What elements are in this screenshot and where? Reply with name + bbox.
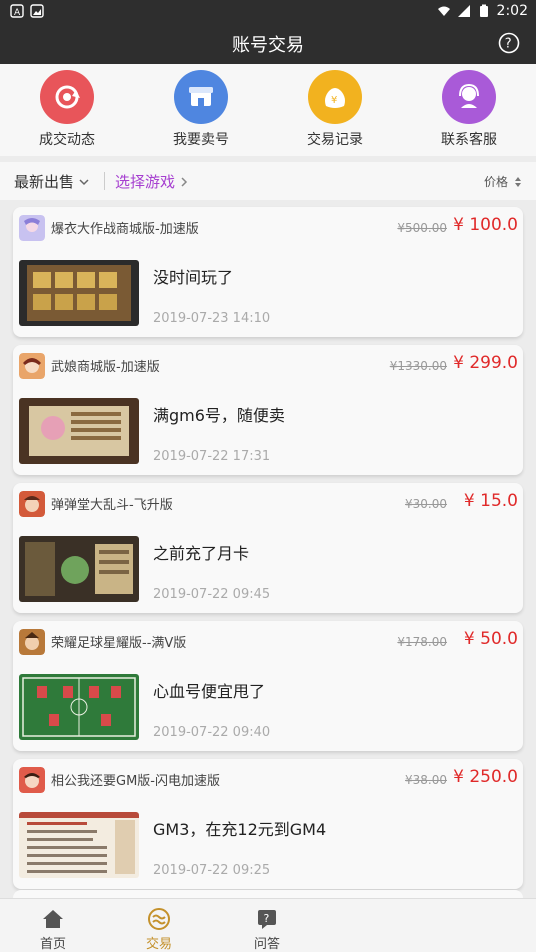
sale-price: ¥ 299.0 bbox=[453, 353, 518, 373]
game-name: 荣耀足球星耀版--满V版 bbox=[51, 636, 187, 651]
game-icon bbox=[19, 767, 45, 793]
game-screenshot bbox=[19, 398, 139, 464]
svg-text:?: ? bbox=[505, 37, 512, 52]
wifi-icon bbox=[437, 6, 450, 16]
money-bag-icon: ¥ bbox=[308, 70, 362, 124]
svg-text:A: A bbox=[14, 8, 21, 18]
quick-action-records[interactable]: ¥ 交易记录 bbox=[268, 64, 402, 156]
status-bar: A 2:02 bbox=[0, 0, 536, 22]
price-sort-button[interactable]: 价格 bbox=[484, 173, 522, 190]
shop-icon bbox=[174, 70, 228, 124]
page-title: 账号交易 bbox=[232, 35, 304, 56]
game-screenshot bbox=[19, 536, 139, 602]
listing-description: 没时间玩了 bbox=[153, 268, 234, 287]
notification-a-icon: A bbox=[10, 4, 24, 18]
listing-card[interactable]: 爆衣大作战商城版-加速版 ¥500.00 ¥ 100.0 没时间玩了 2019-… bbox=[13, 207, 523, 337]
listing-time: 2019-07-22 09:40 bbox=[153, 725, 271, 740]
game-screenshot bbox=[19, 260, 139, 326]
notification-image-icon bbox=[30, 4, 44, 18]
sale-price: ¥ 50.0 bbox=[463, 629, 518, 649]
game-icon bbox=[19, 629, 45, 655]
original-price: ¥1330.00 bbox=[389, 359, 447, 373]
game-screenshot bbox=[19, 812, 139, 878]
title-bar: 账号交易 ? bbox=[0, 22, 536, 64]
quick-action-label: 成交动态 bbox=[39, 132, 95, 148]
original-price: ¥38.00 bbox=[405, 773, 447, 787]
tab-home[interactable]: 首页 bbox=[18, 907, 88, 952]
help-icon[interactable]: ? bbox=[498, 32, 520, 54]
quick-action-support[interactable]: 联系客服 bbox=[402, 64, 536, 156]
clock: 2:02 bbox=[496, 3, 528, 19]
listing-time: 2019-07-23 14:10 bbox=[153, 311, 271, 326]
sale-price: ¥ 250.0 bbox=[453, 767, 518, 787]
original-price: ¥500.00 bbox=[397, 221, 447, 235]
tab-label: 交易 bbox=[145, 937, 172, 952]
sort-dropdown[interactable]: 最新出售 bbox=[14, 171, 90, 192]
listing-description: GM3，在充12元到GM4 bbox=[153, 820, 327, 839]
tab-label: 问答 bbox=[253, 937, 280, 952]
listing-time: 2019-07-22 09:45 bbox=[153, 587, 271, 602]
signal-icon bbox=[457, 5, 470, 17]
chevron-down-icon bbox=[79, 178, 89, 185]
select-game-label: 选择游戏 bbox=[115, 173, 176, 191]
sale-price: ¥ 100.0 bbox=[453, 215, 518, 235]
home-icon bbox=[43, 910, 63, 928]
listing-card[interactable]: 武娘商城版-加速版 ¥1330.00 ¥ 299.0 满gm6号，随便卖 201… bbox=[13, 345, 523, 475]
game-screenshot bbox=[19, 674, 139, 740]
svg-text:?: ? bbox=[264, 912, 270, 925]
question-icon: ? bbox=[258, 910, 276, 929]
tab-label: 首页 bbox=[39, 937, 66, 952]
chevron-right-icon bbox=[181, 176, 188, 187]
bottom-nav: 首页 交易 ? 问答 bbox=[0, 898, 536, 952]
original-price: ¥30.00 bbox=[405, 497, 447, 511]
tab-qa[interactable]: ? 问答 bbox=[232, 907, 302, 952]
trade-icon bbox=[148, 908, 170, 930]
listing-time: 2019-07-22 09:25 bbox=[153, 863, 271, 878]
refresh-icon bbox=[40, 70, 94, 124]
sort-label: 最新出售 bbox=[14, 173, 75, 191]
game-name: 弹弹堂大乱斗-飞升版 bbox=[51, 498, 173, 513]
listing-description: 之前充了月卡 bbox=[153, 544, 250, 563]
svg-text:¥: ¥ bbox=[331, 95, 337, 106]
battery-icon bbox=[479, 4, 488, 17]
listing-card[interactable]: 相公我还要GM版-闪电加速版 ¥38.00 ¥ 250.0 GM3，在充12元到… bbox=[13, 759, 523, 889]
listing-description: 心血号便宜甩了 bbox=[153, 682, 266, 701]
game-name: 相公我还要GM版-闪电加速版 bbox=[51, 774, 220, 789]
quick-action-label: 我要卖号 bbox=[173, 132, 229, 148]
quick-actions: 成交动态 我要卖号 ¥ 交易记录 联系客服 bbox=[0, 64, 536, 156]
game-icon bbox=[19, 215, 45, 241]
select-game-button[interactable]: 选择游戏 bbox=[115, 171, 189, 192]
quick-action-deals[interactable]: 成交动态 bbox=[0, 64, 134, 156]
tab-trade[interactable]: 交易 bbox=[124, 907, 194, 952]
listing-description: 满gm6号，随便卖 bbox=[153, 406, 285, 425]
sort-arrows-icon bbox=[515, 176, 521, 187]
headset-icon bbox=[442, 70, 496, 124]
divider bbox=[104, 172, 105, 190]
game-name: 爆衣大作战商城版-加速版 bbox=[51, 222, 199, 237]
sale-price: ¥ 15.0 bbox=[463, 491, 518, 511]
game-icon bbox=[19, 353, 45, 379]
listing-card[interactable]: 荣耀足球星耀版--满V版 ¥178.00 ¥ 50.0 心血号便宜甩了 2019… bbox=[13, 621, 523, 751]
listing-card[interactable]: 弹弹堂大乱斗-飞升版 ¥30.00 ¥ 15.0 之前充了月卡 2019-07-… bbox=[13, 483, 523, 613]
filter-bar: 最新出售 选择游戏 价格 bbox=[0, 162, 536, 200]
game-icon bbox=[19, 491, 45, 517]
quick-action-sell[interactable]: 我要卖号 bbox=[134, 64, 268, 156]
price-sort-label: 价格 bbox=[483, 175, 508, 189]
original-price: ¥178.00 bbox=[397, 635, 447, 649]
listing-time: 2019-07-22 17:31 bbox=[153, 449, 271, 464]
quick-action-label: 联系客服 bbox=[441, 132, 497, 148]
quick-action-label: 交易记录 bbox=[307, 132, 363, 148]
game-name: 武娘商城版-加速版 bbox=[51, 360, 160, 375]
